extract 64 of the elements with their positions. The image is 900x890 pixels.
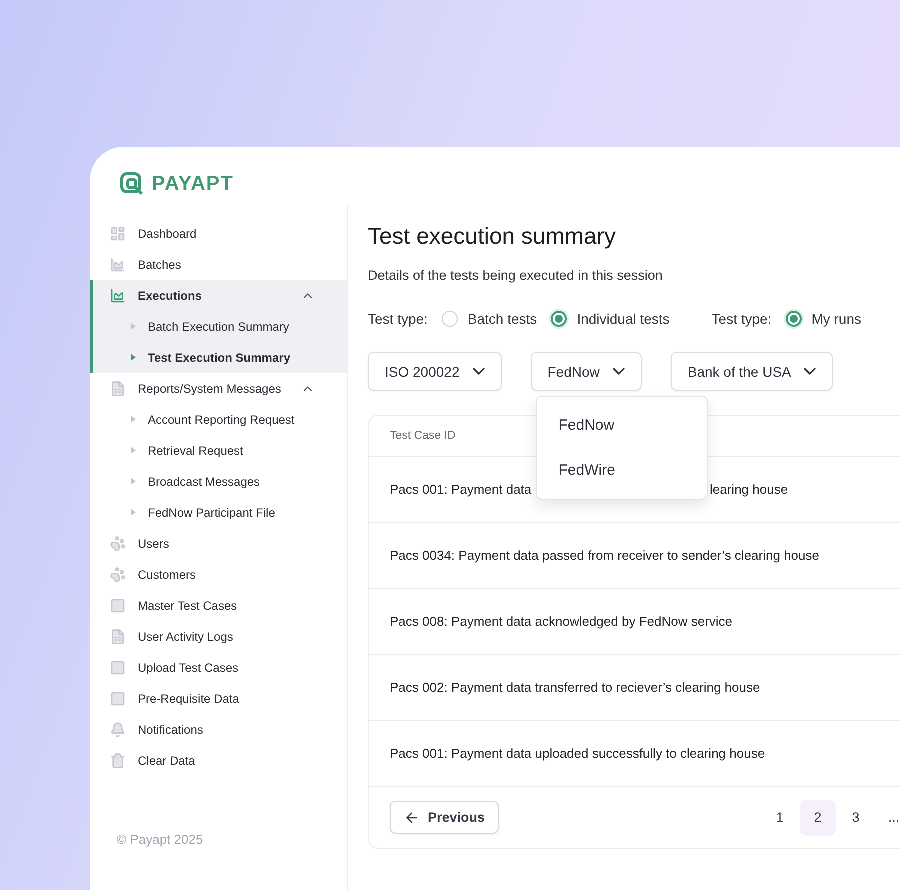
chart-icon (110, 288, 126, 304)
bell-icon (110, 722, 126, 738)
logo-text: PAYAPT (152, 172, 234, 196)
sidebar-subitem[interactable]: Batch Execution Summary (93, 311, 347, 342)
page-button[interactable]: ... (876, 800, 900, 836)
triangle-icon (131, 509, 136, 516)
logo-icon (120, 172, 144, 196)
triangle-icon (131, 323, 136, 330)
dropdown[interactable]: Bank of the USA (670, 352, 834, 391)
page-button[interactable]: 1 (762, 800, 798, 836)
page-subtitle: Details of the tests being executed in this session (368, 268, 664, 283)
dropdown[interactable]: FedNow (530, 352, 642, 391)
sidebar-subitem[interactable]: Retrieval Request (93, 435, 347, 466)
triangle-icon (131, 478, 136, 485)
sidebar-item[interactable]: Pre-Requisite Data (93, 683, 347, 714)
sidebar-item[interactable]: Users (93, 528, 347, 559)
triangle-icon (131, 447, 136, 454)
table-cell-text: Pacs 001: Payment data (390, 482, 533, 497)
filter-label: Test type: (368, 311, 428, 327)
column-header: Test Case ID (390, 430, 456, 442)
sidebar-item[interactable]: Upload Test Cases (93, 652, 347, 683)
dashboard-icon (110, 226, 126, 242)
chart-icon (110, 256, 126, 272)
page-button[interactable]: 2 (800, 800, 836, 836)
menu-item[interactable]: FedWire (536, 448, 707, 493)
sidebar-item[interactable]: Executions (93, 280, 347, 311)
table-cell-text: Pacs 001: Payment data uploaded successfully to clearing house (390, 746, 766, 761)
trash-icon (110, 752, 126, 768)
radio-option[interactable]: Individual tests (551, 311, 670, 327)
triangle-icon (131, 354, 136, 361)
table-cell-text: Pacs 008: Payment data acknowledged by FedNow service (390, 614, 734, 629)
copyright-text: © Payapt 2025 (117, 832, 204, 849)
sidebar-subitem[interactable]: Account Reporting Request (93, 404, 347, 435)
chevron-down-icon (612, 368, 625, 375)
sidebar-item[interactable]: Reports/System Messages (93, 373, 347, 404)
dropdown[interactable]: ISO 200022 (368, 352, 502, 391)
sidebar-item[interactable]: Notifications (93, 714, 347, 745)
radio-option[interactable]: Batch tests (442, 311, 538, 327)
menu-item[interactable]: FedNow (536, 403, 707, 448)
sidebar-item[interactable]: Dashboard (93, 218, 347, 249)
sidebar-item[interactable]: Customers (93, 559, 347, 590)
chevron-down-icon (804, 368, 816, 375)
spreadsheet-icon (110, 628, 126, 644)
sidebar-item[interactable]: Master Test Cases (93, 590, 347, 621)
sidebar-subitem[interactable]: Test Execution Summary (93, 342, 347, 373)
chevron-down-icon (472, 368, 485, 375)
previous-button[interactable]: Previous (390, 801, 500, 834)
filter-label: Test type: (712, 311, 772, 327)
sidebar-item[interactable]: Clear Data (93, 745, 347, 776)
arrow-left-icon (404, 810, 420, 826)
table-cell-text: Pacs 002: Payment data transferred to reciever’s clearing house (390, 680, 762, 695)
page-button[interactable]: 3 (838, 800, 874, 836)
sidebar-item[interactable]: Batches (93, 249, 347, 280)
sidebar-item[interactable]: User Activity Logs (93, 621, 347, 652)
sidebar-subitem[interactable]: Broadcast Messages (93, 466, 347, 497)
paw-icon (110, 566, 126, 582)
paw-icon (110, 536, 126, 552)
table-cell-text: Pacs 0034: Payment data passed from receiver to sender’s clearing house (390, 548, 820, 563)
table-cell-text: learing house (710, 482, 790, 497)
triangle-icon (131, 416, 136, 423)
radio-option[interactable]: My runs (786, 311, 862, 327)
page-title: Test execution summary (368, 223, 617, 250)
sidebar-subitem[interactable]: FedNow Participant File (93, 497, 347, 528)
spreadsheet-icon (110, 380, 126, 396)
